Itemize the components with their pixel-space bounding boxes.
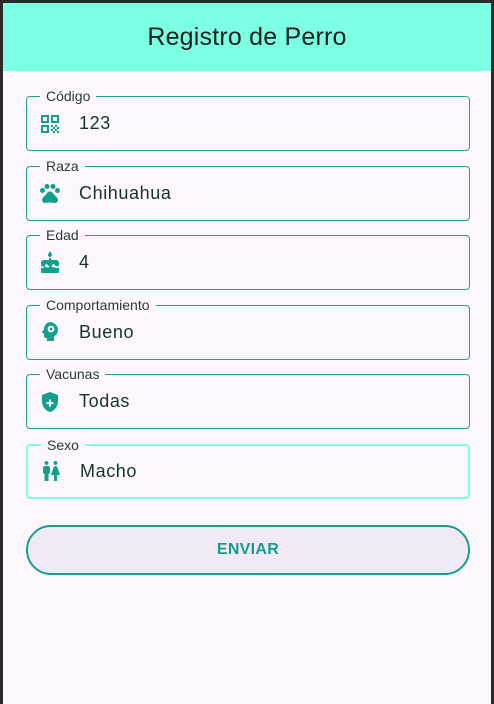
sexo-label: Sexo (41, 436, 85, 453)
page-title: Registro de Perro (147, 22, 347, 51)
raza-input: Chihuahua (79, 182, 172, 203)
qr-code-icon (38, 112, 62, 136)
codigo-input: 123 (79, 113, 111, 133)
vacunas-field[interactable]: Vacunas Todas (26, 366, 470, 429)
comportamiento-label: Comportamiento (40, 296, 156, 313)
codigo-field[interactable]: Código 123 (26, 88, 470, 151)
cake-icon (38, 250, 62, 275)
app-screen: Registro de Perro Código 123 Raza Chihua… (3, 3, 491, 704)
psychology-head-icon (38, 320, 62, 344)
wc-icon (39, 459, 63, 483)
submit-button[interactable]: ENVIAR (26, 525, 470, 575)
comportamiento-field[interactable]: Comportamiento Bueno (26, 296, 470, 360)
app-bar: Registro de Perro (3, 3, 491, 71)
dog-registration-form: Código 123 Raza Chihuahua Edad 4 Comport… (26, 88, 470, 513)
edad-input: 4 (79, 252, 90, 272)
comportamiento-input: Bueno (79, 321, 135, 342)
sexo-field[interactable]: Sexo Macho (26, 436, 470, 499)
sexo-input: Macho (80, 460, 138, 481)
vacunas-label: Vacunas (40, 366, 106, 382)
raza-label: Raza (40, 157, 85, 174)
edad-field[interactable]: Edad 4 (26, 227, 470, 290)
codigo-label: Código (40, 88, 97, 104)
vacunas-input: Todas (79, 391, 131, 411)
edad-label: Edad (40, 227, 85, 243)
health-shield-icon (38, 390, 62, 414)
raza-field[interactable]: Raza Chihuahua (26, 157, 470, 221)
paw-icon (38, 181, 62, 205)
